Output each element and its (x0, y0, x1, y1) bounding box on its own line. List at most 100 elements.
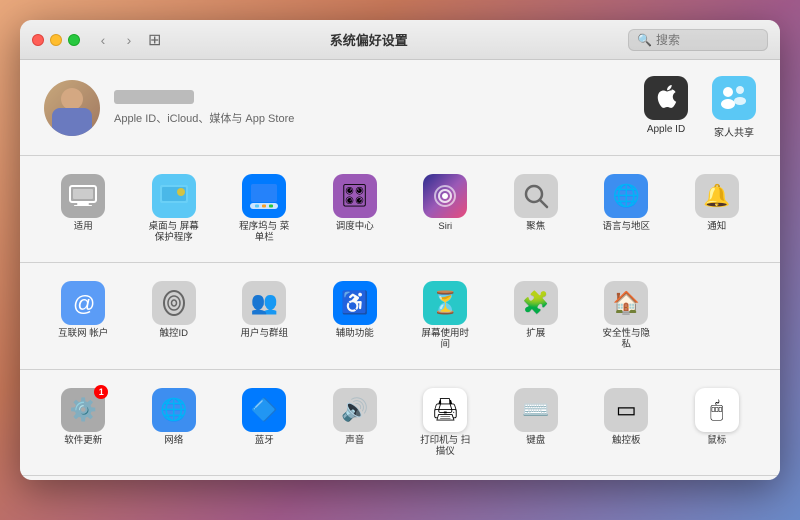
icon-box-printers: 🖨 (423, 388, 467, 432)
icon-item-touch-id[interactable]: 触控ID (131, 275, 218, 357)
badge-software-update: 1 (94, 385, 108, 399)
icon-label-desktop: 桌面与 屏幕保护程序 (146, 221, 202, 244)
content-area: Apple ID、iCloud、媒体与 App Store Apple ID (20, 60, 780, 480)
profile-info: Apple ID、iCloud、媒体与 App Store (114, 90, 294, 126)
icon-item-spotlight[interactable]: 聚焦 (493, 168, 580, 250)
icon-item-desktop[interactable]: 桌面与 屏幕保护程序 (131, 168, 218, 250)
icon-item-software-update[interactable]: ⚙️1 软件更新 (40, 382, 127, 464)
icon-box-mouse: 🖱 (695, 388, 739, 432)
icon-box-keyboard: ⌨️ (514, 388, 558, 432)
icon-item-mouse[interactable]: 🖱 鼠标 (674, 382, 761, 464)
icon-item-mission-control[interactable]: 🎛 调度中心 (312, 168, 399, 250)
icon-label-internet: 互联网 帐户 (58, 328, 108, 339)
icon-item-printers[interactable]: 🖨 打印机与 扫描仪 (402, 382, 489, 464)
avatar[interactable] (44, 80, 100, 136)
icon-box-network: 🌐 (152, 388, 196, 432)
maximize-button[interactable] (68, 34, 80, 46)
grid-section-1: @ 互联网 帐户 触控ID 👥 用户与群组 ♿ 辅助功能 ⏳ 屏幕使用时间 🧩 扩展 🏠安全性与隐私 (20, 263, 780, 370)
icon-label-sound: 声音 (345, 435, 364, 446)
family-sharing-icon (712, 76, 756, 120)
icon-box-general (61, 174, 105, 218)
grid-section-3: 🖥显示器📱随航🔋电池🕐日期与时间📁共享⏱时间机器💿启动磁盘 (20, 476, 780, 480)
icon-label-accessibility: 辅助功能 (336, 328, 374, 339)
icon-item-sound[interactable]: 🔊 声音 (312, 382, 399, 464)
profile-name (114, 90, 294, 107)
icon-label-dock: 程序坞与 菜单栏 (236, 221, 292, 244)
icon-box-accessibility: ♿ (333, 281, 377, 325)
icon-label-language: 语言与地区 (602, 221, 650, 232)
icon-label-general: 适用 (74, 221, 93, 232)
svg-text:@: @ (73, 291, 95, 316)
main-window: ‹ › ⊞ 系统偏好设置 🔍 (20, 20, 780, 480)
icon-label-software-update: 软件更新 (64, 435, 102, 446)
icon-item-internet[interactable]: @ 互联网 帐户 (40, 275, 127, 357)
icon-box-touch-id (152, 281, 196, 325)
minimize-button[interactable] (50, 34, 62, 46)
family-sharing-label: 家人共享 (714, 124, 754, 139)
icon-box-desktop (152, 174, 196, 218)
icon-item-accessibility[interactable]: ♿ 辅助功能 (312, 275, 399, 357)
icon-label-trackpad: 触控板 (612, 435, 641, 446)
icon-box-mission-control: 🎛 (333, 174, 377, 218)
icon-label-mouse: 鼠标 (707, 435, 726, 446)
icon-item-security[interactable]: 🏠安全性与隐私 (583, 275, 670, 357)
icon-item-extensions[interactable]: 🧩 扩展 (493, 275, 580, 357)
icon-label-screen-time: 屏幕使用时间 (417, 328, 473, 351)
icon-item-empty1 (674, 275, 761, 357)
icon-box-users: 👥 (242, 281, 286, 325)
icon-item-trackpad[interactable]: ▭ 触控板 (583, 382, 670, 464)
icon-box-language: 🌐 (604, 174, 648, 218)
icon-label-touch-id: 触控ID (159, 328, 188, 339)
name-blurred (114, 90, 194, 104)
profile-subtitle: Apple ID、iCloud、媒体与 App Store (114, 110, 294, 126)
icon-label-bluetooth: 蓝牙 (255, 435, 274, 446)
icon-label-spotlight: 聚焦 (526, 221, 545, 232)
apple-id-icon (644, 76, 688, 120)
icon-label-network: 网络 (164, 435, 183, 446)
close-button[interactable] (32, 34, 44, 46)
family-sharing-action[interactable]: 家人共享 (712, 76, 756, 139)
icon-box-internet: @ (61, 281, 105, 325)
icon-box-trackpad: ▭ (604, 388, 648, 432)
icon-item-users[interactable]: 👥 用户与群组 (221, 275, 308, 357)
icon-grid-0: 适用 桌面与 屏幕保护程序 程序坞与 菜单栏 🎛 调度中心 Siri 聚焦 🌐 语言与地区 🔔 通知 (40, 168, 760, 250)
icon-sections: 适用 桌面与 屏幕保护程序 程序坞与 菜单栏 🎛 调度中心 Siri 聚焦 🌐 语言与地区 🔔 通知… (20, 156, 780, 480)
icon-label-printers: 打印机与 扫描仪 (417, 435, 473, 458)
icon-label-mission-control: 调度中心 (336, 221, 374, 232)
icon-box-extensions: 🧩 (514, 281, 558, 325)
grid-section-2: ⚙️1 软件更新 🌐 网络 🔷蓝牙 🔊 声音 🖨 打印机与 扫描仪 ⌨️键盘 ▭ 触控板 🖱 鼠标 (20, 370, 780, 477)
icon-label-users: 用户与群组 (240, 328, 288, 339)
search-bar[interactable]: 🔍 (628, 29, 768, 51)
search-input[interactable] (656, 33, 766, 47)
profile-section: Apple ID、iCloud、媒体与 App Store Apple ID (20, 60, 780, 156)
icon-box-siri (423, 174, 467, 218)
apple-id-label: Apple ID (647, 124, 685, 135)
titlebar: ‹ › ⊞ 系统偏好设置 🔍 (20, 20, 780, 60)
icon-label-siri: Siri (438, 221, 452, 232)
icon-box-software-update: ⚙️1 (61, 388, 105, 432)
grid-section-0: 适用 桌面与 屏幕保护程序 程序坞与 菜单栏 🎛 调度中心 Siri 聚焦 🌐 语言与地区 🔔 通知 (20, 156, 780, 263)
icon-item-keyboard[interactable]: ⌨️键盘 (493, 382, 580, 464)
icon-item-language[interactable]: 🌐 语言与地区 (583, 168, 670, 250)
icon-grid-1: @ 互联网 帐户 触控ID 👥 用户与群组 ♿ 辅助功能 ⏳ 屏幕使用时间 🧩 扩展 🏠安全性与隐私 (40, 275, 760, 357)
icon-box-notifications: 🔔 (695, 174, 739, 218)
traffic-lights (32, 34, 80, 46)
icon-item-screen-time[interactable]: ⏳ 屏幕使用时间 (402, 275, 489, 357)
icon-label-notifications: 通知 (707, 221, 726, 232)
icon-item-bluetooth[interactable]: 🔷蓝牙 (221, 382, 308, 464)
icon-item-notifications[interactable]: 🔔 通知 (674, 168, 761, 250)
icon-box-spotlight (514, 174, 558, 218)
icon-item-network[interactable]: 🌐 网络 (131, 382, 218, 464)
profile-actions: Apple ID 家人共享 (644, 76, 756, 139)
icon-box-screen-time: ⏳ (423, 281, 467, 325)
icon-item-general[interactable]: 适用 (40, 168, 127, 250)
apple-id-action[interactable]: Apple ID (644, 76, 688, 139)
icon-label-extensions: 扩展 (526, 328, 545, 339)
icon-label-security: 安全性与隐私 (598, 328, 654, 351)
icon-box-sound: 🔊 (333, 388, 377, 432)
icon-grid-2: ⚙️1 软件更新 🌐 网络 🔷蓝牙 🔊 声音 🖨 打印机与 扫描仪 ⌨️键盘 ▭ 触控板 🖱 鼠标 (40, 382, 760, 464)
icon-item-dock[interactable]: 程序坞与 菜单栏 (221, 168, 308, 250)
window-title: 系统偏好设置 (109, 30, 628, 49)
icon-item-siri[interactable]: Siri (402, 168, 489, 250)
icon-box-dock (242, 174, 286, 218)
